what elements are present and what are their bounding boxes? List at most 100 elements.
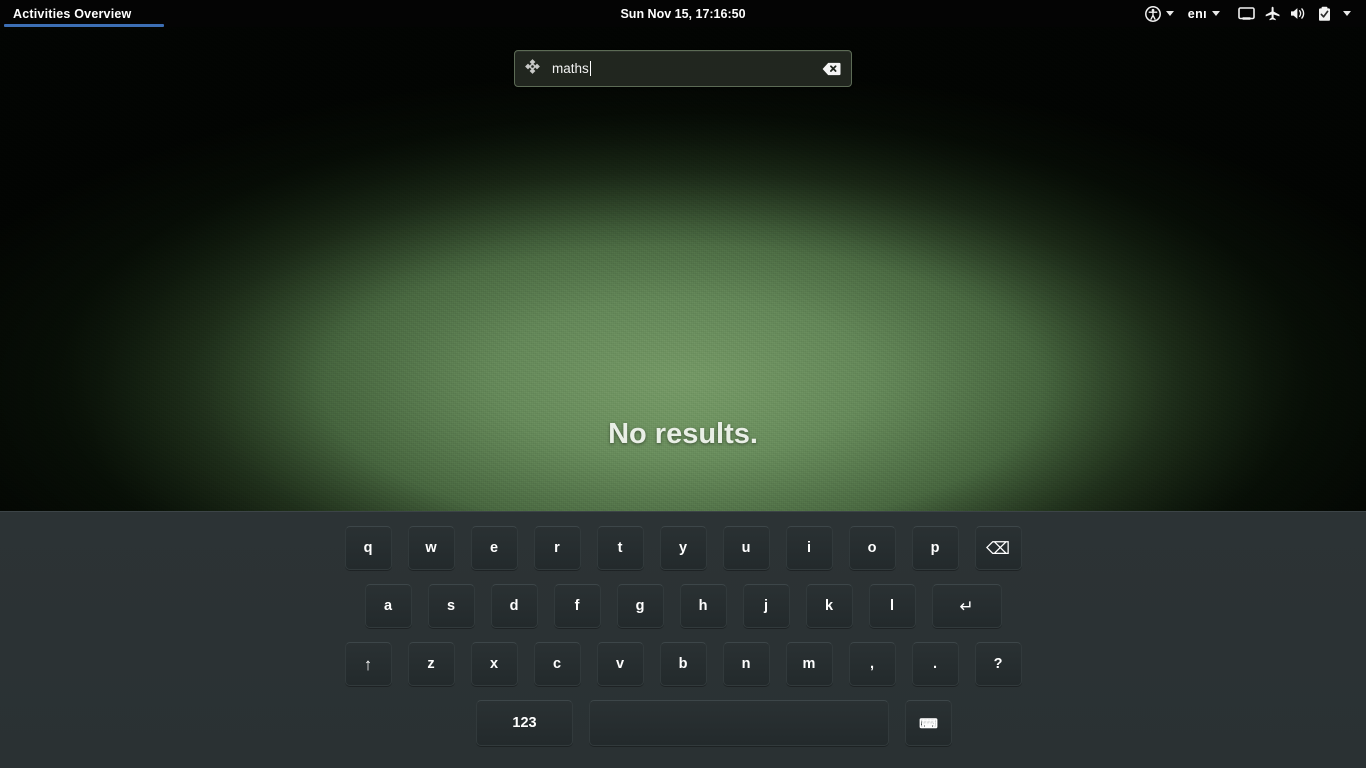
display-icon [1238, 6, 1255, 21]
key-v-label: v [615, 656, 625, 672]
no-results-message: No results. [0, 418, 1366, 451]
key-question-label: ? [993, 656, 1003, 672]
system-menu-button[interactable] [1227, 0, 1358, 27]
activities-active-underline [4, 24, 164, 27]
key-a-label: a [383, 598, 393, 614]
key-b-label: b [678, 656, 688, 672]
key-n-label: n [741, 656, 751, 672]
on-screen-keyboard: q w e r t y u i o p ⌫ a s d f g h j k l ↵ ↑ z x c v b n m,.? 123 ⌨ [0, 511, 1366, 768]
accessibility-icon [1144, 5, 1161, 22]
key-k-label: k [824, 598, 834, 614]
key-l[interactable]: l [868, 584, 916, 628]
key-t[interactable]: t [596, 526, 644, 570]
key-d[interactable]: d [490, 584, 538, 628]
key-o-label: o [867, 540, 877, 556]
key-hide-keyboard-label: ⌨ [919, 715, 938, 731]
key-g[interactable]: g [616, 584, 664, 628]
accessibility-menu-button[interactable] [1138, 0, 1181, 27]
clear-backspace-icon[interactable] [818, 60, 845, 78]
key-i[interactable]: i [785, 526, 833, 570]
system-status-area: enı [1138, 0, 1358, 27]
key-s[interactable]: s [427, 584, 475, 628]
key-k[interactable]: k [805, 584, 853, 628]
key-f[interactable]: f [553, 584, 601, 628]
key-shift[interactable]: ↑ [344, 642, 392, 686]
search-input-value: maths [552, 61, 589, 76]
activities-button[interactable]: Activities Overview [0, 0, 164, 27]
key-c[interactable]: c [533, 642, 581, 686]
key-numeric-layout-label: 123 [512, 715, 537, 731]
key-e[interactable]: e [470, 526, 518, 570]
key-j[interactable]: j [742, 584, 790, 628]
key-u-label: u [741, 540, 751, 556]
key-x-label: x [489, 656, 499, 672]
keyboard-row: ↑ z x c v b n m,.? [337, 642, 1030, 686]
search-entry[interactable]: maths [514, 50, 852, 87]
key-b[interactable]: b [659, 642, 707, 686]
key-g-label: g [635, 598, 645, 614]
key-r[interactable]: r [533, 526, 581, 570]
volume-icon [1290, 6, 1308, 21]
key-m-label: m [802, 656, 816, 672]
key-period-label: . [932, 656, 938, 672]
search-target-icon [524, 58, 541, 80]
key-c-label: c [552, 656, 562, 672]
key-l-label: l [889, 598, 895, 614]
key-y-label: y [678, 540, 688, 556]
chevron-down-icon [1343, 11, 1351, 16]
search-input[interactable]: maths [552, 61, 818, 76]
key-u[interactable]: u [722, 526, 770, 570]
keyboard-row: a s d f g h j k l ↵ [357, 584, 1010, 628]
key-p-label: p [930, 540, 940, 556]
key-j-label: j [763, 598, 769, 614]
key-w-label: w [425, 540, 437, 556]
key-enter[interactable]: ↵ [931, 584, 1002, 628]
keyboard-layout-label: enı [1187, 6, 1207, 21]
key-numeric-layout[interactable]: 123 [476, 700, 573, 746]
keyboard-row: q w e r t y u i o p ⌫ [337, 526, 1030, 570]
key-z[interactable]: z [407, 642, 455, 686]
key-s-label: s [446, 598, 456, 614]
battery-icon [1317, 6, 1332, 22]
key-e-label: e [489, 540, 499, 556]
chevron-down-icon [1212, 11, 1220, 16]
key-r-label: r [554, 540, 560, 556]
key-f-label: f [574, 598, 580, 614]
key-m[interactable]: m [785, 642, 833, 686]
key-backspace-label: ⌫ [985, 538, 1011, 558]
clock-label: Sun Nov 15, 17:16:50 [620, 6, 746, 21]
key-period[interactable]: . [911, 642, 959, 686]
search-entry-container: maths [0, 50, 1366, 87]
key-x[interactable]: x [470, 642, 518, 686]
text-caret [589, 61, 591, 76]
key-enter-label: ↵ [959, 596, 974, 616]
airplane-mode-icon [1264, 6, 1281, 21]
chevron-down-icon [1165, 11, 1174, 16]
key-z-label: z [427, 656, 435, 672]
key-o[interactable]: o [848, 526, 896, 570]
key-shift-label: ↑ [363, 654, 373, 674]
key-y[interactable]: y [659, 526, 707, 570]
key-q[interactable]: q [344, 526, 392, 570]
key-comma[interactable]: , [848, 642, 896, 686]
key-question[interactable]: ? [974, 642, 1022, 686]
key-hide-keyboard[interactable]: ⌨ [905, 700, 952, 746]
key-v[interactable]: v [596, 642, 644, 686]
keyboard-layout-menu-button[interactable]: enı [1181, 0, 1227, 27]
key-a[interactable]: a [364, 584, 412, 628]
keyboard-row: 123 ⌨ [0, 700, 1366, 746]
key-n[interactable]: n [722, 642, 770, 686]
activities-label: Activities Overview [13, 6, 132, 21]
key-space[interactable] [589, 700, 889, 746]
key-h[interactable]: h [679, 584, 727, 628]
key-i-label: i [806, 540, 812, 556]
no-results-label: No results. [608, 418, 758, 450]
key-d-label: d [509, 598, 519, 614]
key-t-label: t [617, 540, 623, 556]
key-h-label: h [698, 598, 708, 614]
key-w[interactable]: w [407, 526, 455, 570]
top-bar: Activities Overview Sun Nov 15, 17:16:50… [0, 0, 1366, 27]
key-comma-label: , [869, 656, 875, 672]
key-p[interactable]: p [911, 526, 959, 570]
key-backspace[interactable]: ⌫ [974, 526, 1022, 570]
